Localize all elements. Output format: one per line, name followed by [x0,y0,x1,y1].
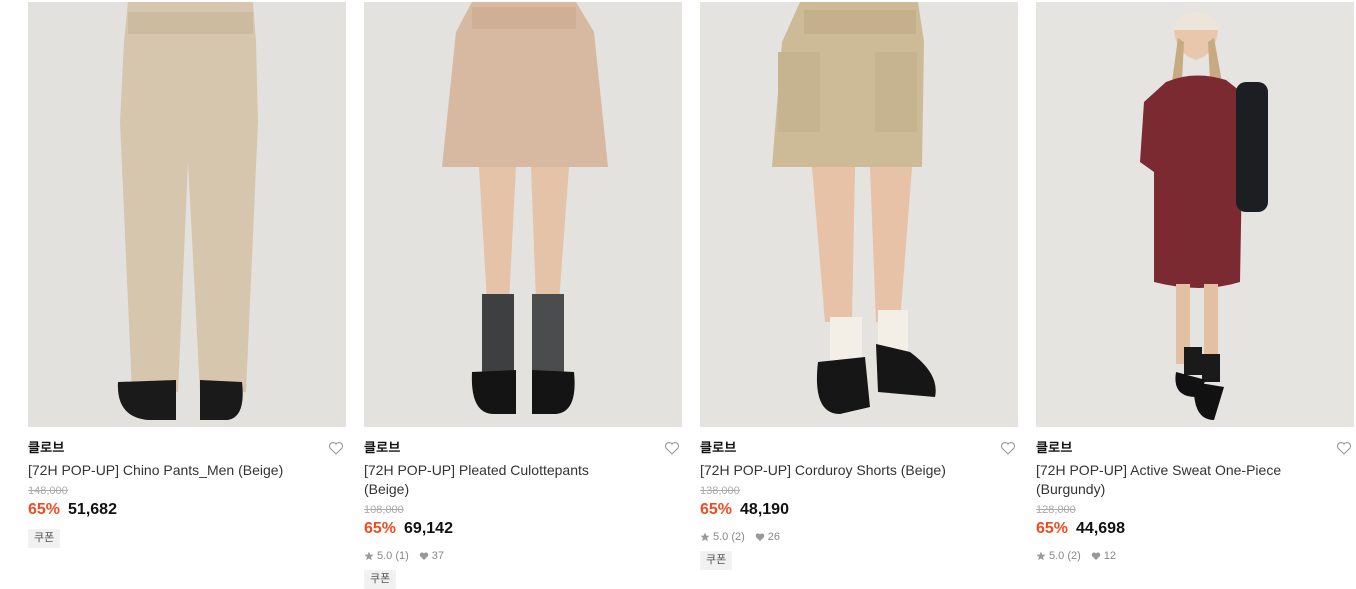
original-price: 128,000 [1036,504,1076,516]
review-meta: 5.0 (1) 37 [364,548,682,564]
product-card[interactable]: 클로브 [72H POP-UP] Corduroy Shorts (Beige)… [700,0,1018,570]
product-image[interactable] [364,2,682,427]
brand-name[interactable]: 클로브 [1036,439,1354,457]
review-meta: 5.0 (2) 12 [1036,548,1354,564]
price-row: 65% 44,698 [1036,520,1354,542]
likes-heart-icon [419,552,429,560]
original-price: 148,000 [28,485,68,497]
discount-rate: 65% [1036,520,1069,537]
wishlist-heart-icon[interactable] [328,440,344,456]
likes-heart-icon [1091,552,1101,560]
likes-count: 12 [1103,550,1117,562]
original-price: 138,000 [700,485,740,497]
coupon-badge: 쿠폰 [700,551,733,570]
product-title[interactable]: [72H POP-UP] Chino Pants_Men (Beige) [28,461,298,480]
product-image[interactable] [700,2,1018,427]
product-card[interactable]: 클로브 [72H POP-UP] Chino Pants_Men (Beige)… [28,0,346,548]
sale-price: 51,682 [68,501,117,518]
discount-rate: 65% [364,520,397,537]
wishlist-heart-icon[interactable] [664,440,680,456]
product-card[interactable]: 클로브 [72H POP-UP] Active Sweat One-Piece … [1036,0,1354,564]
likes-count: 26 [767,531,781,543]
price-row: 65% 51,682 [28,501,346,523]
discount-rate: 65% [700,501,733,518]
rating-text: 5.0 (1) [377,550,409,562]
wishlist-heart-icon[interactable] [1336,440,1352,456]
likes-heart-icon [755,533,765,541]
star-icon [364,551,374,561]
product-image[interactable] [1036,2,1354,427]
product-card[interactable]: 클로브 [72H POP-UP] Pleated Culottepants (B… [364,0,682,589]
original-price: 108,000 [364,504,404,516]
likes-count: 37 [431,550,445,562]
product-image[interactable] [28,2,346,427]
sale-price: 48,190 [740,501,789,518]
brand-name[interactable]: 클로브 [364,439,682,457]
star-icon [1036,551,1046,561]
price-row: 65% 69,142 [364,520,682,542]
price-row: 65% 48,190 [700,501,1018,523]
review-meta: 5.0 (2) 26 [700,529,1018,545]
sale-price: 69,142 [404,520,453,537]
product-grid: 클로브 [72H POP-UP] Chino Pants_Men (Beige)… [0,0,1356,589]
sale-price: 44,698 [1076,520,1125,537]
coupon-badge: 쿠폰 [28,529,61,548]
brand-name[interactable]: 클로브 [700,439,1018,457]
product-title[interactable]: [72H POP-UP] Active Sweat One-Piece (Bur… [1036,461,1306,499]
product-title[interactable]: [72H POP-UP] Pleated Culottepants (Beige… [364,461,634,499]
discount-rate: 65% [28,501,61,518]
rating-text: 5.0 (2) [1049,550,1081,562]
wishlist-heart-icon[interactable] [1000,440,1016,456]
star-icon [700,532,710,542]
rating-text: 5.0 (2) [713,531,745,543]
product-title[interactable]: [72H POP-UP] Corduroy Shorts (Beige) [700,461,970,480]
brand-name[interactable]: 클로브 [28,439,346,457]
coupon-badge: 쿠폰 [364,570,397,589]
